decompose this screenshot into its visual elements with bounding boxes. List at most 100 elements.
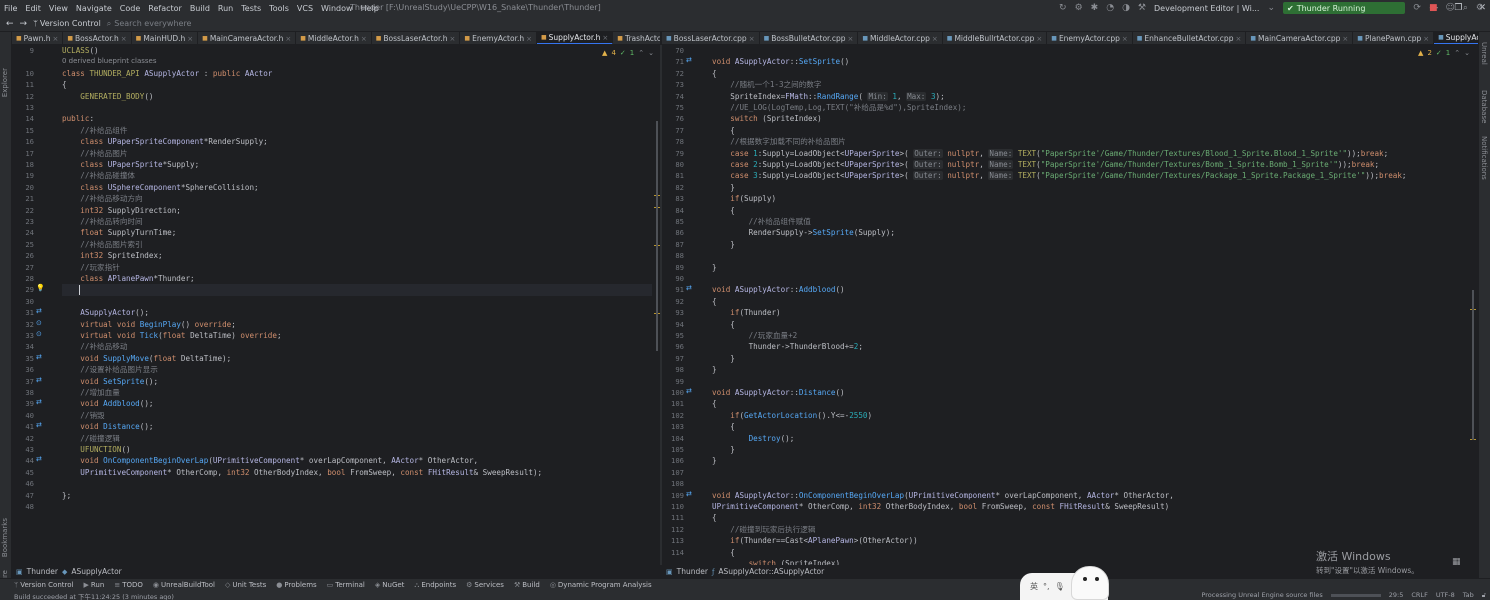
code-line[interactable]: { [712, 68, 717, 79]
stop-icon[interactable]: ■ [1429, 3, 1438, 13]
breadcrumb-item[interactable]: Thunder [677, 567, 708, 576]
code-line[interactable]: //碰撞逻辑 [62, 433, 120, 444]
tab-left-8[interactable]: ■TrashActor.h× [613, 32, 660, 44]
line-number[interactable]: 80 [662, 159, 684, 170]
tool-terminal[interactable]: ▭ Terminal [327, 581, 365, 589]
right-inspection-widget[interactable]: ▲ 2 ✓ 1 ⌃ ⌄ [1418, 49, 1470, 57]
tab-right-2[interactable]: ■ MiddleActor.cpp × [858, 32, 943, 44]
forward-icon[interactable]: → [20, 19, 28, 29]
tool-run[interactable]: ▶ Run [83, 581, 104, 589]
code-line[interactable]: if(Supply) [712, 193, 776, 204]
line-number[interactable]: 45 [12, 467, 34, 478]
code-line[interactable]: //UE_LOG(LogTemp,Log,TEXT("补给品是%d"),Spri… [712, 102, 966, 113]
line-number[interactable]: 31 [12, 307, 34, 318]
line-number[interactable]: 102 [662, 410, 684, 421]
line-number[interactable]: 20 [12, 182, 34, 193]
right-code-area[interactable]: void ASupplyActor::SetSprite(){ //随机一个1-… [712, 45, 1470, 565]
menu-tools[interactable]: Tools [269, 4, 289, 13]
code-line[interactable]: ASupplyActor(); [62, 307, 149, 318]
close-icon[interactable]: × [285, 35, 291, 43]
code-line[interactable]: //玩家指针 [62, 262, 120, 273]
close-icon[interactable]: × [361, 35, 367, 43]
line-number[interactable]: 113 [662, 535, 684, 546]
code-line[interactable]: } [712, 353, 735, 364]
close-icon[interactable]: × [932, 35, 938, 43]
navigate-decl-icon[interactable]: ⇄ [686, 284, 692, 292]
code-line[interactable]: //销毁 [62, 410, 104, 421]
line-number[interactable]: 82 [662, 182, 684, 193]
status-indent[interactable]: Tab [1463, 591, 1474, 600]
tab-right-0[interactable]: ■ BossLaserActor.cpp × [662, 32, 760, 44]
navigate-impl-icon[interactable]: ⇄ [36, 307, 42, 315]
line-number[interactable]: 33 [12, 330, 34, 341]
explorer-tool-tab[interactable]: Explorer [1, 68, 9, 97]
code-line[interactable]: //补给品组件赋值 [712, 216, 811, 227]
code-line[interactable]: //补给品碰撞体 [62, 170, 135, 181]
code-line[interactable]: switch (SpriteIndex) [712, 113, 821, 124]
code-line[interactable]: //补给品转向时间 [62, 216, 142, 227]
breadcrumb-item[interactable]: ASupplyActor::ASupplyActor [718, 567, 824, 576]
code-line[interactable]: void ASupplyActor::OnComponentBeginOverL… [712, 490, 1174, 501]
line-number[interactable]: 46 [12, 478, 34, 489]
tool-unit-tests[interactable]: ◇ Unit Tests [225, 581, 266, 589]
override-icon[interactable]: ⊙ [36, 319, 42, 327]
code-line[interactable]: { [712, 125, 735, 136]
microphone-icon[interactable]: 🎙︎ [1055, 582, 1065, 591]
line-number[interactable] [662, 558, 684, 565]
line-number[interactable]: 13 [12, 102, 34, 113]
ime-mascot-icon[interactable] [1071, 566, 1109, 600]
code-line[interactable]: //补给品组件 [62, 125, 127, 136]
line-number[interactable]: 74 [662, 91, 684, 102]
line-number[interactable]: 99 [662, 376, 684, 387]
refresh-icon[interactable]: ↻ [1059, 3, 1067, 13]
tab-left-1[interactable]: ■ BossActor.h × [63, 32, 132, 44]
line-number[interactable]: 14 [12, 113, 34, 124]
close-icon[interactable]: × [526, 35, 532, 43]
line-number[interactable]: 18 [12, 159, 34, 170]
line-number[interactable]: 22 [12, 205, 34, 216]
notifications-tool-tab[interactable]: Notifications [1480, 136, 1488, 180]
code-line[interactable]: { [712, 512, 717, 523]
version-control-widget[interactable]: ᛘ Version Control [33, 19, 101, 28]
line-number[interactable]: 73 [662, 79, 684, 90]
code-line[interactable]: //补给品移动方向 [62, 193, 142, 204]
line-number[interactable]: 75 [662, 102, 684, 113]
line-number[interactable]: 38 [12, 387, 34, 398]
code-line[interactable]: case 1:Supply=LoadObject<UPaperSprite>( … [712, 148, 1388, 159]
run-status-widget[interactable]: ✔ Thunder Running [1283, 2, 1406, 14]
line-number[interactable]: 70 [662, 45, 684, 56]
line-number[interactable]: 112 [662, 524, 684, 535]
right-editor-pane[interactable]: 70 71 ⇄ 72 73 74 75 76 77 78 79 80 81 82 83 84 85 86 87 88 8… [662, 45, 1478, 565]
line-number[interactable]: 83 [662, 193, 684, 204]
navigate-decl-icon[interactable]: ⇄ [686, 56, 692, 64]
line-number[interactable]: 41 [12, 421, 34, 432]
code-line[interactable]: switch (SpriteIndex) [712, 558, 840, 565]
code-line[interactable]: void ASupplyActor::Distance() [712, 387, 845, 398]
menu-edit[interactable]: Edit [25, 4, 41, 13]
navigate-impl-icon[interactable]: ⇄ [36, 421, 42, 429]
code-line[interactable]: //设置补给品图片显示 [62, 364, 158, 375]
menu-tests[interactable]: Tests [241, 4, 261, 13]
coverage-icon[interactable]: ◑ [1122, 3, 1130, 13]
close-icon[interactable]: × [52, 35, 58, 43]
code-line[interactable]: case 2:Supply=LoadObject<UPaperSprite>( … [712, 159, 1379, 170]
close-icon[interactable]: × [1235, 35, 1241, 43]
line-number[interactable]: 11 [12, 79, 34, 90]
close-icon[interactable]: × [121, 35, 127, 43]
code-line[interactable]: { [712, 319, 735, 330]
line-number[interactable]: 27 [12, 262, 34, 273]
line-number[interactable]: 93 [662, 307, 684, 318]
intention-bulb-icon[interactable]: 💡 [36, 284, 45, 292]
status-position[interactable]: 29:5 [1389, 591, 1404, 600]
line-number[interactable]: 15 [12, 125, 34, 136]
line-number[interactable]: 26 [12, 250, 34, 261]
tab-left-2[interactable]: ■ MainHUD.h × [132, 32, 199, 44]
line-number[interactable]: 19 [12, 170, 34, 181]
code-line[interactable]: { [712, 205, 735, 216]
code-line[interactable]: //玩家血量+2 [712, 330, 798, 341]
code-line[interactable]: UPrimitiveComponent* OtherComp, int32 Ot… [62, 467, 542, 478]
tool-services[interactable]: ⚙ Services [466, 581, 504, 589]
tab-left-0[interactable]: ■ Pawn.h × [12, 32, 64, 44]
line-number[interactable]: 86 [662, 227, 684, 238]
tab-left-7[interactable]: ■ SupplyActor.h × [537, 32, 614, 44]
